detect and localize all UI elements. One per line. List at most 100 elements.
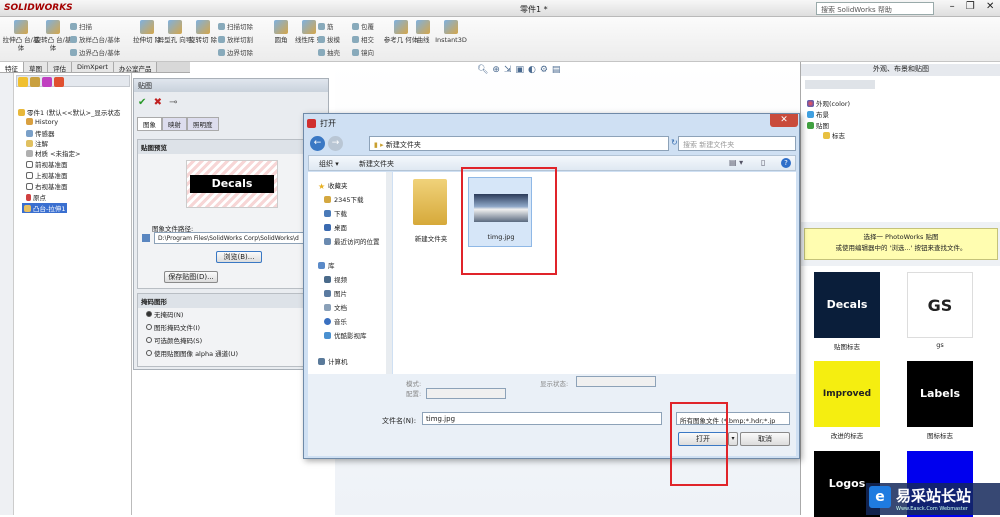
mask-option-color[interactable]: 可选颜色掩码(S) [146, 335, 202, 345]
boundary-boss-button[interactable]: 边界凸台/基体 [70, 47, 120, 57]
tab-sketch[interactable]: 草图 [24, 62, 48, 73]
nav-item-downloads[interactable]: 下载 [324, 208, 347, 218]
nav-label: 最近访问的位置 [334, 238, 380, 246]
nav-lib-pictures[interactable]: 图片 [324, 288, 347, 298]
nav-scrollbar[interactable] [386, 172, 392, 374]
image-file-icon [142, 234, 150, 242]
tree-item-history[interactable]: History [26, 118, 58, 126]
minimize-button[interactable]: – [950, 1, 955, 16]
organize-button[interactable]: 组织 ▾ [319, 159, 339, 169]
save-image-button[interactable]: 保存贴图(D)... [164, 271, 218, 283]
mask-option-file[interactable]: 图形掩码文件(I) [146, 322, 200, 332]
view-toolbar[interactable]: 🔍︎⊕⇲▣◐⚙▤ [477, 65, 564, 75]
cancel-x-icon[interactable]: ✖ [154, 97, 162, 108]
loft-boss-button[interactable]: 放样凸台/基体 [70, 34, 120, 44]
preview-pane-icon[interactable]: ▯ [761, 158, 765, 167]
close-window-button[interactable]: ✕ [986, 1, 994, 16]
refresh-icon[interactable]: ↻ [671, 138, 678, 147]
mask-option-none[interactable]: 无掩码(N) [146, 309, 183, 319]
tree-item-top-plane[interactable]: 上视基准面 [26, 170, 68, 180]
tree-item-sensors[interactable]: 传感器 [26, 128, 55, 138]
display-state-select[interactable] [576, 376, 656, 387]
file-item-folder[interactable]: 新建文件夹 [401, 177, 461, 247]
instant3d-button[interactable]: Instant3D [432, 20, 470, 44]
nav-lib-documents[interactable]: 文档 [324, 302, 347, 312]
nav-lib-music[interactable]: 音乐 [324, 316, 347, 326]
nav-lib-youku[interactable]: 优酷影视库 [324, 330, 367, 340]
extrude-cut-icon [140, 20, 154, 34]
nav-favorites[interactable]: ★ 收藏夹 [318, 180, 348, 191]
boundary-cut-button[interactable]: 边界切除 [218, 47, 253, 57]
tab-mapping[interactable]: 映射 [162, 117, 187, 131]
intersect-button[interactable]: 相交 [352, 34, 374, 44]
rib-button[interactable]: 筋 [318, 21, 334, 31]
forward-button[interactable]: → [328, 136, 343, 151]
decal-thumb-decals[interactable]: Decals [814, 272, 880, 338]
configuration-tab-icon[interactable] [42, 77, 52, 87]
help-search-input[interactable]: 搜索 SolidWorks 帮助 [816, 2, 934, 15]
nav-item-recent[interactable]: 最近访问的位置 [324, 236, 380, 246]
nav-label: 图片 [334, 290, 347, 298]
swept-cut-button[interactable]: 扫描切除 [218, 21, 253, 31]
filename-input[interactable]: timg.jpg [422, 412, 662, 425]
pushpin-icon[interactable]: ⊸ [169, 97, 177, 108]
help-icon[interactable]: ? [781, 158, 791, 168]
mask-option-alpha[interactable]: 使用贴图图像 alpha 通道(U) [146, 348, 238, 358]
library-item-appearances[interactable]: 外观(color) [807, 98, 850, 108]
tab-dimxpert[interactable]: DimXpert [72, 62, 114, 72]
appearance-tab-icon[interactable] [54, 77, 64, 87]
tab-office-products[interactable]: 办公室产品 [113, 62, 158, 73]
task-pane-toolbar[interactable] [805, 80, 875, 89]
sweep-button[interactable]: 扫描 [70, 21, 92, 31]
address-bar[interactable]: ▮ ▸ 新建文件夹 [369, 136, 669, 151]
browse-button[interactable]: 浏览(B)... [216, 251, 262, 263]
tree-item-material[interactable]: 材质 <未指定> [26, 148, 80, 158]
revolve-cut-button[interactable]: 旋转切 除 [184, 20, 222, 44]
ok-check-icon[interactable]: ✔ [138, 97, 146, 108]
library-item-scenes[interactable]: 布景 [807, 109, 829, 119]
decal-thumb-improved[interactable]: Improved [814, 361, 880, 427]
feature-tree-tab-icon[interactable] [18, 77, 28, 87]
lofted-cut-button[interactable]: 放样切割 [218, 34, 253, 44]
nav-label: 库 [328, 262, 335, 270]
nav-computer[interactable]: 计算机 [318, 356, 348, 366]
config-select[interactable] [426, 388, 506, 399]
tree-item-boss-extrude[interactable]: 凸台-拉伸1 [22, 203, 68, 213]
decal-thumb-gs[interactable]: GS [907, 272, 973, 338]
dialog-search-input[interactable]: 搜索 新建文件夹 [678, 136, 796, 151]
library-item-decals[interactable]: 贴图 [807, 120, 829, 130]
view-options-icon[interactable]: ▤ ▾ [729, 158, 743, 167]
tab-illumination[interactable]: 照明度 [187, 117, 219, 131]
open-dropdown-icon[interactable]: ▾ [728, 432, 738, 446]
nav-item-2345[interactable]: 2345下载 [324, 194, 364, 204]
mirror-button[interactable]: 镜向 [352, 47, 374, 57]
property-manager-tab-icon[interactable] [30, 77, 40, 87]
fillet-label: 圆角 [274, 36, 288, 44]
tree-root[interactable]: 零件1 (默认<<默认>_显示状态 [18, 107, 120, 117]
decal-thumb-label: 图标标志 [927, 432, 953, 440]
tree-item-annotations[interactable]: 注解 [26, 138, 48, 148]
cancel-button[interactable]: 取消 [740, 432, 790, 446]
library-item-logos[interactable]: 标志 [823, 130, 845, 140]
restore-button[interactable]: ❐ [966, 1, 975, 16]
tree-item-right-plane[interactable]: 右视基准面 [26, 181, 68, 191]
nav-libraries[interactable]: 库 [318, 260, 335, 270]
library-icon [318, 262, 325, 269]
decal-thumb-labels[interactable]: Labels [907, 361, 973, 427]
back-button[interactable]: ← [310, 136, 325, 151]
revolve-boss-button[interactable]: 旋转凸 台/基体 [34, 20, 72, 52]
tab-features[interactable]: 特征 [0, 62, 24, 73]
dialog-close-button[interactable]: ✕ [770, 114, 798, 127]
tree-item-origin[interactable]: 原点 [26, 192, 46, 202]
new-folder-button[interactable]: 新建文件夹 [359, 159, 394, 169]
draft-button[interactable]: 拔模 [318, 34, 340, 44]
wrap-button[interactable]: 包覆 [352, 21, 374, 31]
shell-button[interactable]: 抽壳 [318, 47, 340, 57]
left-vertical-toolbar [0, 73, 14, 515]
image-path-field[interactable]: D:\Program Files\SolidWorks Corp\SolidWo… [154, 232, 304, 244]
tab-evaluate[interactable]: 评估 [48, 62, 72, 73]
tab-image[interactable]: 图象 [137, 117, 162, 131]
nav-lib-videos[interactable]: 视频 [324, 274, 347, 284]
tree-item-front-plane[interactable]: 前视基准面 [26, 159, 68, 169]
nav-item-desktop[interactable]: 桌面 [324, 222, 347, 232]
